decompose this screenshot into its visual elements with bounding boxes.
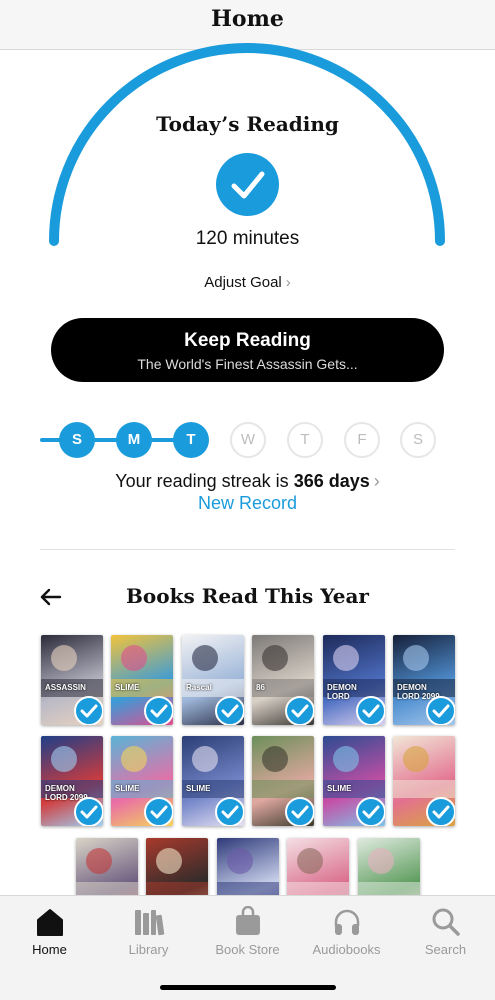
finished-check-icon [285,797,314,826]
book-store-icon [235,906,260,935]
new-record-label: New Record [197,493,298,513]
cover-art [86,848,112,874]
tab-label: Search [424,942,467,957]
cover-art [156,848,182,874]
cover-title-text: SLIME [186,784,211,793]
chevron-right-icon: › [285,274,291,291]
tab-audiobooks[interactable]: Audiobooks [297,896,396,966]
home-icon [36,909,63,936]
streak-text: Your reading streak is [115,471,289,491]
finished-check-icon [285,696,314,725]
cover-art [192,645,218,671]
book-cover[interactable] [252,736,314,826]
books-read-title: Books Read This Year [126,584,369,608]
goal-complete-check-icon [216,153,279,216]
book-cover[interactable]: ASSASSIN [41,635,103,725]
weekday-circle: T [173,422,209,458]
home-indicator [160,985,336,990]
cover-art [333,746,359,772]
tab-bar: Home Library Book Store Audiobooks Searc… [0,895,495,1000]
streak-count: 366 days [293,471,370,491]
cover-art [368,848,394,874]
cover-art [121,746,147,772]
book-cover[interactable]: SLIME [323,736,385,826]
cover-art [262,746,288,772]
cover-art [192,746,218,772]
finished-check-icon [215,696,244,725]
cover-art [51,746,77,772]
book-cover[interactable] [393,736,455,826]
tab-label: Audiobooks [312,942,381,957]
tab-label: Home [32,942,67,957]
tab-label: Book Store [215,942,280,957]
weekday-circle: T [287,422,323,458]
book-cover[interactable]: 86 [252,635,314,725]
weekday-circle: S [59,422,95,458]
cover-art [403,746,429,772]
cover-art [297,848,323,874]
cover-art [227,848,253,874]
cover-band [393,780,455,798]
finished-check-icon [426,797,455,826]
section-divider [40,549,455,550]
finished-check-icon [74,797,103,826]
weekday-circle: M [116,422,152,458]
search-icon [432,908,460,936]
book-cover[interactable]: SLIME [182,736,244,826]
weekday-circle: S [400,422,436,458]
finished-check-icon [144,696,173,725]
cover-art [333,645,359,671]
cover-title-text: 86 [256,683,265,692]
reading-minutes: 120 minutes [195,228,300,249]
cover-title-text: ASSASSIN [45,683,86,692]
book-cover[interactable]: SLIME [111,736,173,826]
finished-check-icon [74,696,103,725]
tab-label: Library [128,942,169,957]
tab-library[interactable]: Library [99,896,198,966]
todays-reading-title: Today’s Reading [156,112,339,136]
book-cover[interactable]: SLIME [111,635,173,725]
cover-title-text: Rascal [186,683,212,692]
reading-streak-link[interactable]: Your reading streak is 366 days › [0,471,495,492]
finished-check-icon [426,696,455,725]
weekday-circle: W [230,422,266,458]
tab-home[interactable]: Home [0,896,99,966]
cover-band [252,780,314,798]
cover-art [51,645,77,671]
book-cover[interactable]: DEMON LORD [323,635,385,725]
adjust-goal-link[interactable]: Adjust Goal › [0,274,495,291]
weekday-circle: F [344,422,380,458]
chevron-right-icon: › [373,471,380,491]
keep-reading-button[interactable]: Keep Reading The World's Finest Assassin… [51,318,444,382]
current-book-title: The World's Finest Assassin Gets... [137,356,358,372]
finished-check-icon [215,797,244,826]
finished-check-icon [356,797,385,826]
cover-art [262,645,288,671]
library-icon [134,910,164,936]
finished-check-icon [356,696,385,725]
adjust-goal-label: Adjust Goal [204,274,282,291]
finished-check-icon [144,797,173,826]
cover-title-text: SLIME [327,784,352,793]
keep-reading-label: Keep Reading [184,330,311,351]
cover-art [121,645,147,671]
book-cover[interactable]: DEMON LORD 2099 [393,635,455,725]
book-cover[interactable]: Rascal [182,635,244,725]
tab-book-store[interactable]: Book Store [198,896,297,966]
audiobooks-icon [334,909,359,935]
cover-title-text: SLIME [115,784,140,793]
book-cover[interactable]: DEMON LORD 2099 [41,736,103,826]
cover-title-text: SLIME [115,683,140,692]
tab-search[interactable]: Search [396,896,495,966]
cover-art [403,645,429,671]
